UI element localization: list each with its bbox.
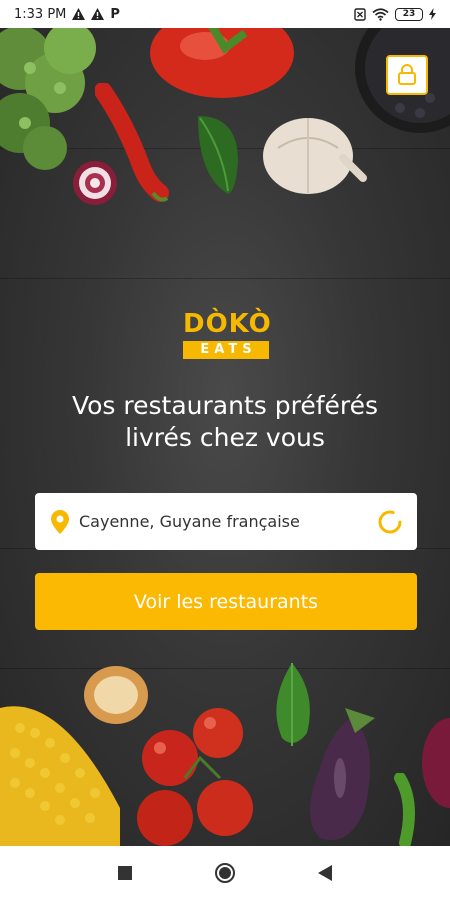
recents-button[interactable]: [110, 858, 140, 888]
address-field[interactable]: [35, 493, 417, 550]
wifi-icon: [372, 7, 389, 21]
home-screen: DÒKÒ EATS Vos restaurants préférés livré…: [0, 28, 450, 846]
status-right: 23: [354, 7, 436, 21]
address-input[interactable]: [79, 512, 377, 531]
hero-headline: Vos restaurants préférés livrés chez vou…: [0, 390, 450, 454]
hero-line-2: livrés chez vous: [125, 423, 325, 452]
location-pin-icon: [51, 509, 69, 534]
cherry-tomatoes-image: [137, 708, 253, 846]
status-bar: 1:33 PM P 23: [0, 0, 450, 28]
lock-icon: [398, 64, 416, 85]
red-onion-image: [422, 718, 450, 808]
home-button[interactable]: [210, 858, 240, 888]
hero-line-1: Vos restaurants préférés: [71, 391, 379, 420]
green-chili-image: [394, 773, 415, 846]
warning-icon: [91, 8, 105, 20]
home-icon: [215, 863, 235, 883]
logo-title: DÒKÒ: [183, 309, 272, 339]
sim-icon: [354, 7, 366, 21]
onion-image: [73, 161, 117, 205]
back-icon: [318, 865, 332, 881]
back-button[interactable]: [310, 858, 340, 888]
charging-icon: [429, 8, 436, 20]
warning-icon: [72, 8, 86, 20]
see-restaurants-button[interactable]: Voir les restaurants: [35, 573, 417, 630]
navigation-bar: [0, 846, 450, 900]
brand-logo: DÒKÒ EATS: [183, 309, 272, 359]
status-left: 1:33 PM P: [14, 7, 120, 22]
loading-spinner-icon: [377, 509, 403, 535]
recents-icon: [118, 866, 132, 880]
basil-leaf-image: [198, 116, 238, 194]
status-time: 1:33 PM: [14, 6, 67, 22]
logo-subtitle: EATS: [183, 341, 269, 359]
parking-icon: P: [110, 6, 120, 22]
account-button[interactable]: [386, 55, 428, 95]
battery-icon: 23: [395, 7, 423, 21]
